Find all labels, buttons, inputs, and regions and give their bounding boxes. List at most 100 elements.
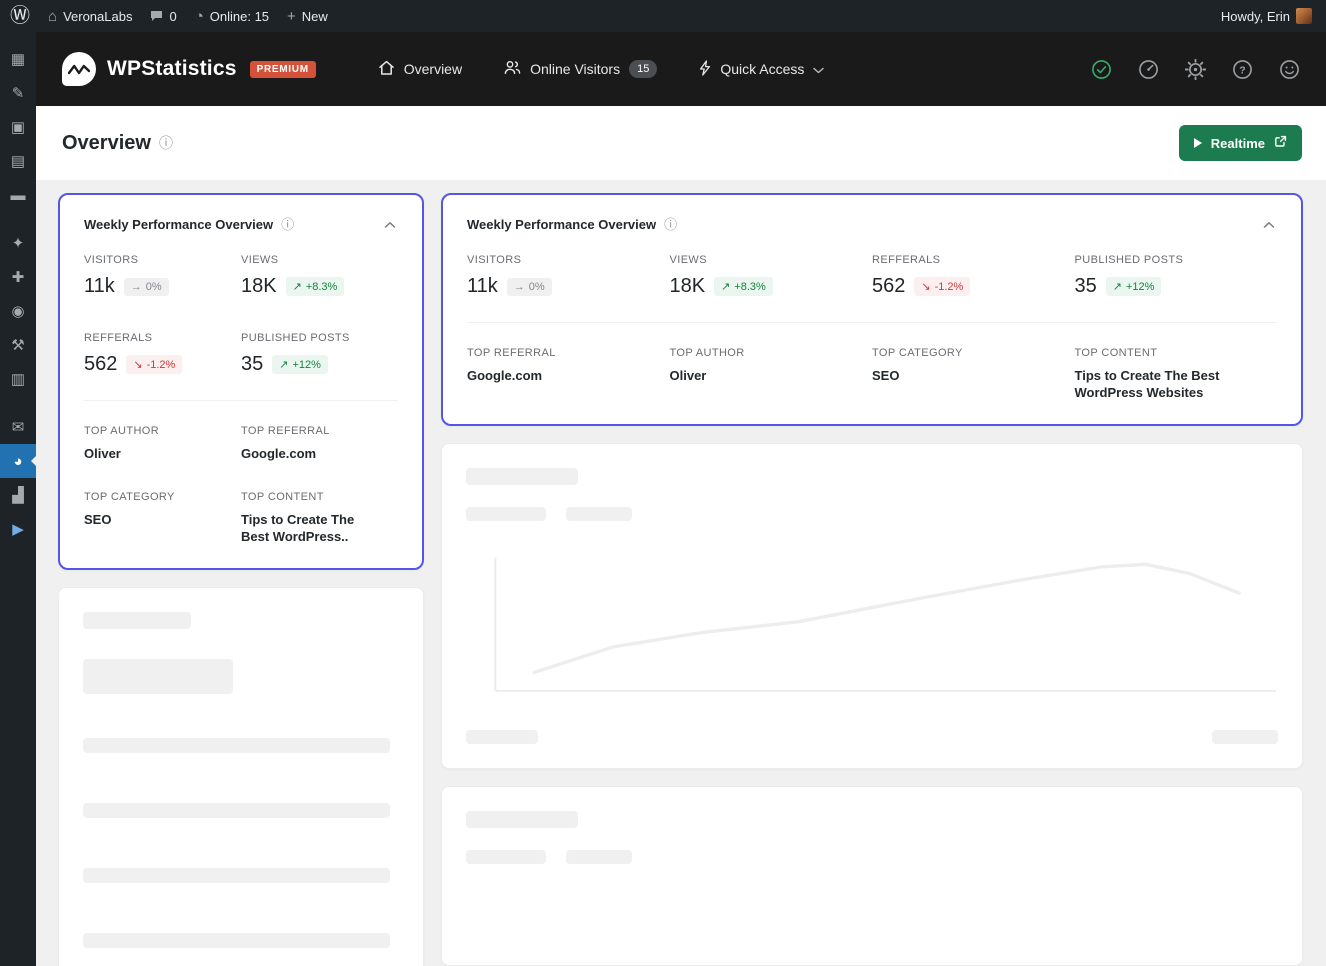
card-divider [467,322,1277,323]
sidebar-item-charts[interactable]: ▟ [0,478,36,512]
overview-home-icon [378,60,395,79]
online-visitors-icon [504,60,521,78]
brand[interactable]: WPStatistics PREMIUM [62,52,316,86]
metric-label: REFFERALS [84,332,241,344]
wordpress-logo-icon: Ⓦ [10,6,30,26]
feedback-smiley-icon[interactable] [1279,59,1300,80]
play-circle-icon: ▶ [12,520,24,538]
main-content: Weekly Performance Overview ⓘ VISITORS 1… [36,180,1326,966]
nav-quick-access-label: Quick Access [720,61,804,77]
metric-label: VISITORS [84,254,241,266]
skeleton-bar [83,659,233,694]
nav-overview-label: Overview [404,61,462,77]
online-count-label: Online: 15 [210,9,269,24]
nav-item-online-visitors[interactable]: Online Visitors 15 [504,60,657,78]
sidebar-item-mail[interactable]: ✉ [0,410,36,444]
sidebar-item-plugins[interactable]: ✚ [0,260,36,294]
play-icon [1194,138,1202,148]
users-icon: ◉ [11,302,24,320]
skeleton-bar [466,850,546,864]
card-header: Weekly Performance Overview ⓘ [467,217,1277,232]
card-info-icon[interactable]: ⓘ [281,218,294,231]
sidebar-item-video[interactable]: ▶ [0,512,36,546]
metric-value: 18K [670,275,706,298]
plugins-icon: ✚ [12,268,25,286]
online-visitors-link[interactable]: ◔ Online: 15 [195,9,269,24]
bar-chart-icon: ▟ [12,486,24,504]
tools-icon: ⚒ [11,336,24,354]
wp-statistics-header: WPStatistics PREMIUM Overview Online Vis… [36,32,1326,106]
nav-item-quick-access[interactable]: Quick Access [699,60,824,79]
trend-change: 0% [146,281,162,293]
metric-label: PUBLISHED POSTS [1075,254,1278,266]
sidebar-item-settings[interactable]: ▥ [0,362,36,396]
card-title-text: Weekly Performance Overview [467,217,656,232]
sidebar-item-posts[interactable]: ✎ [0,76,36,110]
sidebar-item-media[interactable]: ▣ [0,110,36,144]
license-check-icon[interactable] [1091,59,1112,80]
trend-flat-icon: → [514,281,525,293]
metric-label: VIEWS [670,254,873,266]
sidebar-item-comments[interactable]: ▬ [0,178,36,212]
card-title: Weekly Performance Overview ⓘ [467,217,677,232]
top-label: TOP CATEGORY [84,491,241,503]
metric-published-posts: PUBLISHED POSTS 35 ↗+12% [241,332,398,376]
howdy-account-link[interactable]: Howdy, Erin [1221,8,1312,24]
collapse-chevron-up-icon[interactable] [382,219,398,231]
settings-icon: ▥ [11,370,25,388]
metrics-grid: VISITORS 11k →0% VIEWS 18K ↗+8.3% REFFER… [84,254,398,376]
sidebar-item-wp-statistics[interactable]: ◕ [0,444,36,478]
skeleton-bar [83,738,390,753]
top-value: Google.com [467,368,670,385]
sidebar-item-pages[interactable]: ▤ [0,144,36,178]
trend-change: +8.3% [734,281,766,293]
trend-badge: ↗ +8.3% [714,277,773,296]
skeleton-bar [466,468,578,485]
metric-value: 35 [1075,275,1097,298]
trend-up-icon: ↗ [721,280,730,293]
top-value: SEO [84,512,241,529]
traffic-chart-loading-card [441,443,1303,769]
wp-logo-menu[interactable]: Ⓦ [10,6,30,26]
trend-badge: →0% [124,278,169,296]
premium-badge: PREMIUM [250,61,316,78]
realtime-button[interactable]: Realtime [1179,125,1302,161]
sidebar-item-appearance[interactable]: ✦ [0,226,36,260]
right-column: Weekly Performance Overview ⓘ VISITORS 1… [441,193,1303,966]
help-icon[interactable]: ? [1232,59,1253,80]
sidebar-item-dashboard[interactable]: ▦ [0,42,36,76]
comments-link[interactable]: 0 [150,9,176,24]
trend-badge: ↘-1.2% [126,355,182,374]
sidebar-item-users[interactable]: ◉ [0,294,36,328]
page-title-info-icon[interactable]: ⓘ [159,136,173,150]
sidebar-item-tools[interactable]: ⚒ [0,328,36,362]
metric-label: VISITORS [467,254,670,266]
performance-gauge-icon[interactable] [1138,59,1159,80]
comments-count: 0 [169,9,176,24]
top-label: TOP CATEGORY [872,347,1075,359]
top-label: TOP CONTENT [1075,347,1278,359]
skeleton-bar [1212,730,1278,744]
metric-views: VIEWS 18K ↗+8.3% [241,254,398,298]
metric-label: REFFERALS [872,254,1075,266]
metrics-grid: VISITORS 11k →0% VIEWS 18K ↗+8.3% REFFER… [467,254,1277,298]
top-value: Tips to Create The Best WordPress.. [241,512,398,546]
card-title-text: Weekly Performance Overview [84,217,273,232]
trend-change: 0% [529,281,545,293]
collapse-chevron-up-icon[interactable] [1261,219,1277,231]
settings-gear-icon[interactable] [1185,59,1206,80]
new-content-link[interactable]: + New [287,9,328,24]
card-title: Weekly Performance Overview ⓘ [84,217,294,232]
admin-bar-left: Ⓦ ⌂ VeronaLabs 0 ◔ Online: 15 + New [10,6,328,26]
site-name-link[interactable]: ⌂ VeronaLabs [48,9,132,24]
left-column: Weekly Performance Overview ⓘ VISITORS 1… [58,193,424,966]
card-info-icon[interactable]: ⓘ [664,218,677,231]
metric-refferals: REFFERALS 562 ↘-1.2% [84,332,241,376]
trend-up-icon: ↗ [1113,280,1122,293]
skeleton-bar [566,850,632,864]
nav-item-overview[interactable]: Overview [378,60,462,79]
top-referral: TOP REFERRAL Google.com [241,425,398,463]
top-author: TOP AUTHOR Oliver [670,347,873,402]
skeleton-bar [83,933,390,948]
trend-down-icon: ↘ [133,358,142,371]
